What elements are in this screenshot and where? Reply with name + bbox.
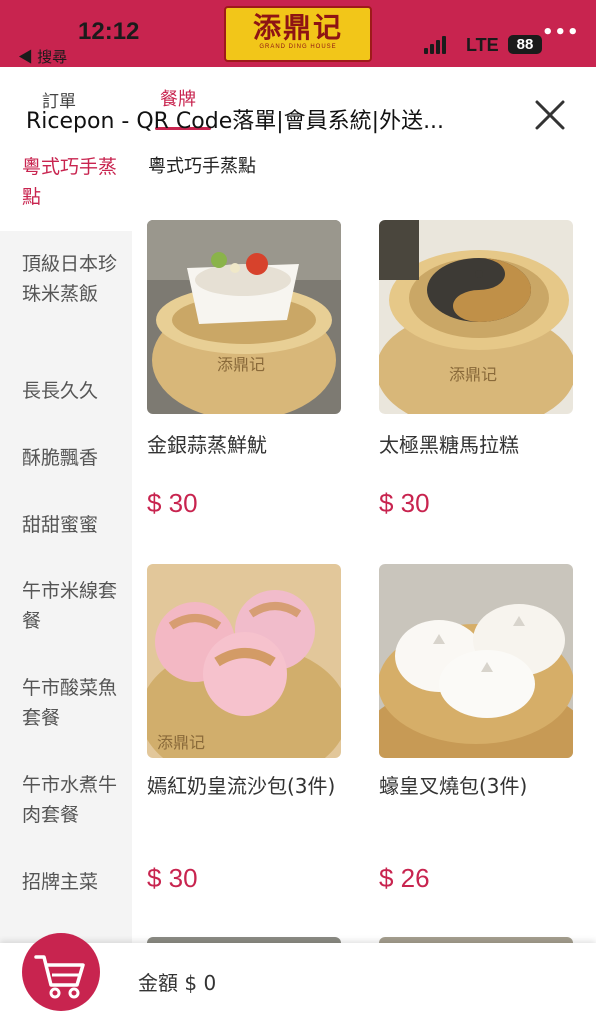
logo-subtitle: GRAND DING HOUSE — [259, 44, 337, 50]
network-type: LTE — [466, 35, 499, 55]
dish-price: $ 30 — [147, 863, 198, 893]
restaurant-logo: 添鼎记 GRAND DING HOUSE — [224, 6, 372, 62]
menu-item-card[interactable]: 添鼎记 嫣紅奶皇流沙包(3件) $ 30 — [147, 564, 343, 896]
sidebar-item-lunch-pickled-fish[interactable]: 午市酸菜魚套餐 — [0, 673, 132, 733]
cart-button[interactable] — [22, 933, 100, 1011]
menu-item-card[interactable]: 蠔皇叉燒包(3件) $ 26 — [379, 564, 575, 896]
dish-price: $ 26 — [379, 863, 430, 893]
dish-image — [379, 564, 573, 758]
sidebar-item-lunch-boiled-beef[interactable]: 午市水煮牛肉套餐 — [0, 770, 132, 830]
page-title: Ricepon - QR Code落單|會員系統|外送... — [26, 109, 445, 134]
close-icon — [535, 100, 565, 130]
section-title: 粵式巧手蒸點 — [148, 156, 256, 177]
sidebar-item-lunch-rice-noodle[interactable]: 午市米線套餐 — [0, 576, 132, 636]
page-header: 訂單 餐牌 Ricepon - QR Code落單|會員系統|外送... — [0, 67, 596, 137]
dish-image: 添鼎记 — [147, 564, 341, 758]
menu-item-card[interactable]: 添鼎记 太極黑糖馬拉糕 $ 30 — [379, 220, 575, 520]
back-to-search-link[interactable]: ◀ 搜尋 — [18, 46, 67, 67]
signal-strength-icon — [424, 36, 450, 54]
dish-name: 嫣紅奶皇流沙包(3件) — [147, 774, 336, 798]
battery-indicator: 88 — [508, 35, 542, 54]
cart-total: 金額 $ 0 — [138, 971, 217, 995]
shopping-cart-icon — [34, 955, 85, 999]
dish-name: 金銀蒜蒸鮮魷 — [147, 433, 267, 457]
menu-item-card[interactable]: 添鼎记 金銀蒜蒸鮮魷 $ 30 — [147, 220, 343, 520]
logo-text: 添鼎记 — [252, 11, 343, 44]
dish-image: 添鼎记 — [379, 220, 573, 414]
dish-name: 太極黑糖馬拉糕 — [379, 433, 519, 457]
more-dots-icon: ••• — [542, 22, 580, 43]
dish-name: 蠔皇叉燒包(3件) — [379, 774, 528, 798]
category-sidebar: 粵式巧手蒸點 頂級日本珍珠米蒸飯 長長久久 酥脆飄香 甜甜蜜蜜 午市米線套餐 午… — [0, 137, 132, 943]
sidebar-item-japanese-rice[interactable]: 頂級日本珍珠米蒸飯 — [0, 249, 132, 309]
sidebar-item-sweets[interactable]: 甜甜蜜蜜 — [0, 510, 132, 540]
sidebar-item-signature-dishes[interactable]: 招牌主菜 — [0, 867, 132, 897]
svg-text:添鼎记: 添鼎记 — [157, 733, 205, 752]
sidebar-item-cantonese-dim-sum[interactable]: 粵式巧手蒸點 — [0, 137, 132, 231]
svg-text:添鼎记: 添鼎记 — [217, 355, 265, 374]
dish-price: $ 30 — [379, 488, 430, 518]
svg-text:添鼎记: 添鼎记 — [449, 365, 497, 384]
dish-image: 添鼎记 — [147, 220, 341, 414]
sidebar-item-long-lasting[interactable]: 長長久久 — [0, 376, 132, 406]
close-button[interactable] — [532, 97, 568, 133]
sidebar-item-crispy[interactable]: 酥脆飄香 — [0, 443, 132, 473]
dish-price: $ 30 — [147, 488, 198, 518]
status-bar: 12:12 ◀ 搜尋 添鼎记 GRAND DING HOUSE ••• LTE … — [0, 0, 596, 67]
cart-footer: 金額 $ 0 — [0, 933, 596, 1024]
status-time: 12:12 — [78, 18, 140, 45]
